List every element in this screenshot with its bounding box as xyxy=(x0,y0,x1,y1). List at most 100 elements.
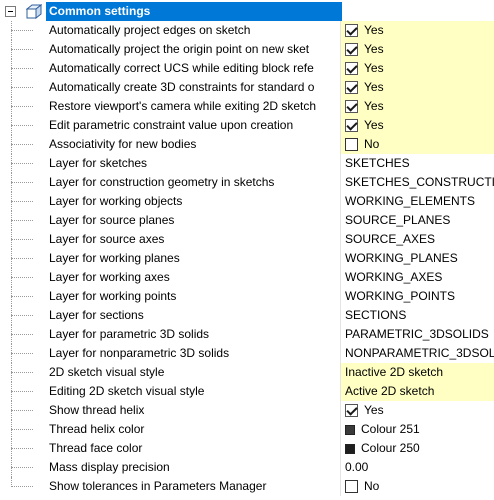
property-row[interactable]: Mass display precision 0.00 xyxy=(0,458,494,477)
tree-line xyxy=(0,135,33,154)
property-row[interactable]: Layer for construction geometry in sketc… xyxy=(0,173,494,192)
property-value-text: WORKING_ELEMENTS xyxy=(345,194,476,208)
property-value[interactable]: PARAMETRIC_3DSOLIDS xyxy=(341,325,494,344)
property-value-text: SOURCE_PLANES xyxy=(345,213,451,227)
property-value[interactable]: Yes xyxy=(341,97,494,116)
property-value-text: Yes xyxy=(364,42,384,56)
property-name: Associativity for new bodies xyxy=(49,137,197,151)
property-value[interactable]: No xyxy=(341,477,494,496)
property-name: Layer for parametric 3D solids xyxy=(49,327,210,341)
tree-line xyxy=(0,401,33,420)
property-name: Edit parametric constraint value upon cr… xyxy=(49,118,294,132)
property-row[interactable]: Layer for parametric 3D solids PARAMETRIC… xyxy=(0,325,494,344)
property-value-text: Yes xyxy=(364,118,384,132)
property-row[interactable]: Layer for source axes SOURCE_AXES xyxy=(0,230,494,249)
collapse-icon[interactable] xyxy=(5,6,16,17)
property-row[interactable]: Associativity for new bodies No xyxy=(0,135,494,154)
property-value-text: Yes xyxy=(364,80,384,94)
property-row[interactable]: Layer for working points WORKING_POINTS xyxy=(0,287,494,306)
tree-line xyxy=(0,230,33,249)
property-value[interactable]: Yes xyxy=(341,40,494,59)
property-row[interactable]: Restore viewport's camera while exiting … xyxy=(0,97,494,116)
property-row[interactable]: Automatically project the origin point o… xyxy=(0,40,494,59)
property-value-text: Yes xyxy=(364,61,384,75)
property-row[interactable]: Layer for sections SECTIONS xyxy=(0,306,494,325)
property-row[interactable]: Layer for sketches SKETCHES xyxy=(0,154,494,173)
property-row[interactable]: Thread face color Colour 250 xyxy=(0,439,494,458)
property-value[interactable]: WORKING_POINTS xyxy=(341,287,494,306)
property-row[interactable]: Automatically correct UCS while editing … xyxy=(0,59,494,78)
checkbox-checked[interactable] xyxy=(345,119,358,132)
property-name: Automatically project the origin point o… xyxy=(49,42,310,56)
property-value-text: SKETCHES_CONSTRUCTION xyxy=(345,175,494,189)
property-value[interactable]: Active 2D sketch xyxy=(341,382,494,401)
property-value-text: Active 2D sketch xyxy=(345,384,435,398)
property-value[interactable]: Yes xyxy=(341,21,494,40)
checkbox-checked[interactable] xyxy=(345,81,358,94)
property-row[interactable]: Edit parametric constraint value upon cr… xyxy=(0,116,494,135)
property-value[interactable]: SOURCE_AXES xyxy=(341,230,494,249)
property-name: Show tolerances in Parameters Manager xyxy=(49,479,267,493)
property-value-text: Inactive 2D sketch xyxy=(345,365,444,379)
tree-line xyxy=(0,344,33,363)
checkbox-checked[interactable] xyxy=(345,404,358,417)
property-value-text: Colour 251 xyxy=(361,422,420,436)
property-value[interactable]: SKETCHES xyxy=(341,154,494,173)
property-name: 2D sketch visual style xyxy=(49,365,165,379)
property-value-text: Colour 250 xyxy=(361,441,420,455)
checkbox-checked[interactable] xyxy=(345,43,358,56)
property-row[interactable]: Layer for working axes WORKING_AXES xyxy=(0,268,494,287)
property-value[interactable]: Colour 250 xyxy=(341,439,494,458)
property-row[interactable]: Layer for working objects WORKING_ELEMENT… xyxy=(0,192,494,211)
property-value[interactable]: WORKING_ELEMENTS xyxy=(341,192,494,211)
property-value[interactable]: Yes xyxy=(341,59,494,78)
property-row[interactable]: Thread helix color Colour 251 xyxy=(0,420,494,439)
property-value[interactable]: SKETCHES_CONSTRUCTION xyxy=(341,173,494,192)
tree-line xyxy=(0,97,33,116)
property-row[interactable]: Layer for nonparametric 3D solids NONPARA… xyxy=(0,344,494,363)
property-row[interactable]: Layer for source planes SOURCE_PLANES xyxy=(0,211,494,230)
checkbox-checked[interactable] xyxy=(345,100,358,113)
tree-line xyxy=(0,287,33,306)
property-value[interactable]: WORKING_AXES xyxy=(341,268,494,287)
property-value-text: 0.00 xyxy=(345,460,369,474)
property-value[interactable]: No xyxy=(341,135,494,154)
property-value[interactable]: Colour 251 xyxy=(341,420,494,439)
property-value[interactable]: Inactive 2D sketch xyxy=(341,363,494,382)
property-name: Layer for working axes xyxy=(49,270,170,284)
property-value[interactable]: Yes xyxy=(341,401,494,420)
property-row[interactable]: Show thread helix Yes xyxy=(0,401,494,420)
checkbox-unchecked[interactable] xyxy=(345,480,358,493)
property-row[interactable]: Show tolerances in Parameters Manager No xyxy=(0,477,494,496)
property-name: Automatically project edges on sketch xyxy=(49,23,251,37)
property-row[interactable]: Automatically create 3D constraints for … xyxy=(0,78,494,97)
property-value[interactable]: WORKING_PLANES xyxy=(341,249,494,268)
checkbox-checked[interactable] xyxy=(345,62,358,75)
tree-line xyxy=(0,306,33,325)
tree-line xyxy=(0,382,33,401)
property-value[interactable]: Yes xyxy=(341,116,494,135)
property-value[interactable]: Yes xyxy=(341,78,494,97)
property-row[interactable]: Editing 2D sketch visual style Active 2D … xyxy=(0,382,494,401)
property-value[interactable]: NONPARAMETRIC_3DSOLID xyxy=(341,344,494,363)
tree-line xyxy=(0,325,33,344)
property-value[interactable]: SECTIONS xyxy=(341,306,494,325)
property-value-text: SOURCE_AXES xyxy=(345,232,436,246)
property-row[interactable]: Automatically project edges on sketch Yes xyxy=(0,21,494,40)
property-row[interactable]: 2D sketch visual style Inactive 2D sketch xyxy=(0,363,494,382)
property-name: Layer for source planes xyxy=(49,213,175,227)
property-value[interactable]: 0.00 xyxy=(341,458,494,477)
property-value-text: WORKING_PLANES xyxy=(345,251,458,265)
group-title: Common settings xyxy=(46,2,342,21)
property-value-text: Yes xyxy=(364,403,384,417)
tree-line xyxy=(0,78,33,97)
property-value[interactable]: SOURCE_PLANES xyxy=(341,211,494,230)
property-name: Restore viewport's camera while exiting … xyxy=(49,99,317,113)
checkbox-checked[interactable] xyxy=(345,24,358,37)
property-value-text: SKETCHES xyxy=(345,156,410,170)
property-row[interactable]: Layer for working planes WORKING_PLANES xyxy=(0,249,494,268)
group-header-common-settings[interactable]: Common settings xyxy=(0,2,494,21)
property-value-text: Yes xyxy=(364,23,384,37)
group-header-value-area xyxy=(342,2,494,21)
checkbox-unchecked[interactable] xyxy=(345,138,358,151)
